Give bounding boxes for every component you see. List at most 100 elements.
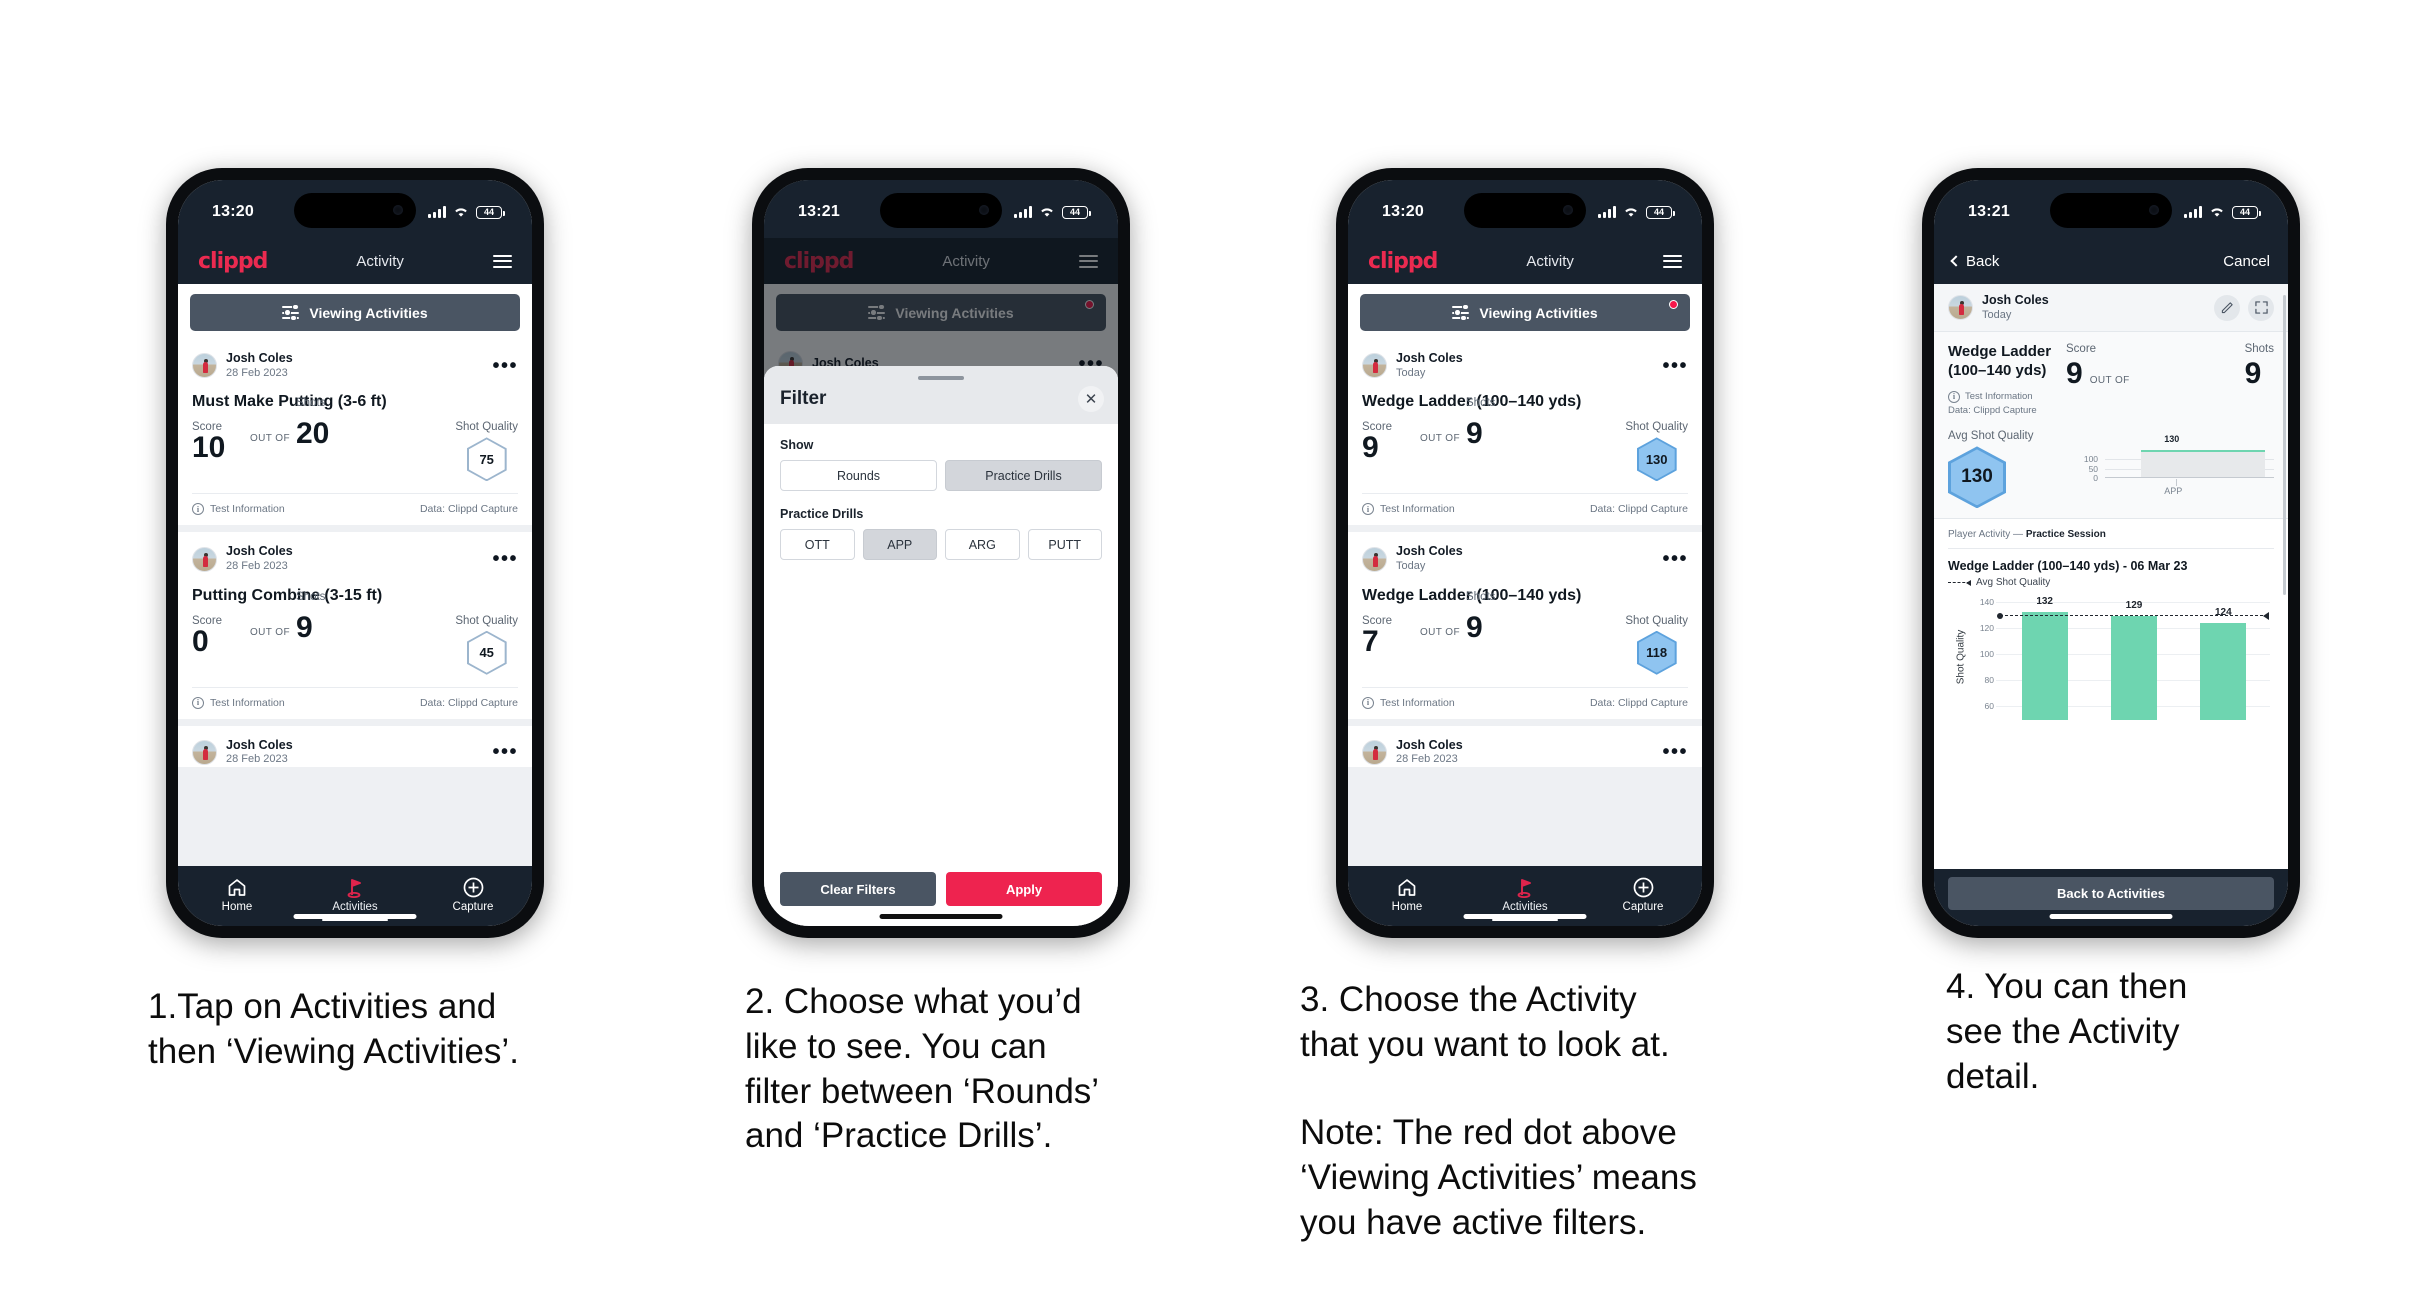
battery-level: 44: [1069, 206, 1080, 217]
card-overflow-menu-icon[interactable]: •••: [1662, 356, 1688, 376]
cellular-signal-icon: [1598, 206, 1616, 218]
status-time: 13:21: [1968, 203, 2010, 220]
back-button[interactable]: Back: [1950, 252, 2000, 270]
status-time: 13:20: [1382, 203, 1424, 220]
viewing-activities-label: Viewing Activities: [309, 304, 428, 321]
test-information-label: Test Information: [1380, 503, 1455, 516]
avatar: [1362, 546, 1387, 572]
test-information-label: Test Information: [1965, 390, 2033, 402]
chart-ylabel: Shot Quality: [1955, 630, 1967, 685]
status-time: 13:21: [798, 203, 840, 220]
breadcrumb: Player Activity — Practice Session: [1948, 529, 2274, 550]
activity-date: 28 Feb 2023: [226, 560, 288, 572]
filter-chip-ott[interactable]: OTT: [780, 529, 855, 560]
activity-card-partial[interactable]: Josh Coles 28 Feb 2023 •••: [178, 725, 532, 768]
tab-activities[interactable]: Activities: [296, 871, 414, 921]
data-source-label: Data: Clippd Capture: [1589, 696, 1688, 709]
filter-chip-app[interactable]: APP: [862, 529, 937, 560]
viewing-activities-bar-wrap: Viewing Activities: [1348, 284, 1702, 339]
tab-home[interactable]: Home: [178, 871, 296, 913]
activity-feed[interactable]: Josh Coles Today ••• Wedge Ladder (100–1…: [1348, 339, 1702, 866]
scrollbar[interactable]: [2283, 295, 2286, 595]
viewing-activities-button[interactable]: Viewing Activities: [1360, 294, 1690, 331]
page-title: Activity: [356, 252, 404, 270]
activity-card-partial[interactable]: Josh Coles 28 Feb 2023 •••: [1348, 725, 1702, 768]
chart-ytick: 100: [1979, 649, 1994, 660]
activity-card[interactable]: Josh Coles Today ••• Wedge Ladder (100–1…: [1348, 532, 1702, 719]
caption-step-3: 3. Choose the Activity that you want to l…: [1300, 980, 1697, 1242]
wifi-icon: [455, 208, 467, 217]
shots-label: Shots: [296, 590, 326, 603]
battery-icon: 44: [476, 205, 505, 219]
activity-card[interactable]: Josh Coles 28 Feb 2023 ••• Putting Combi…: [178, 532, 532, 719]
chart-legend: Avg Shot Quality: [1948, 577, 2274, 588]
pencil-icon[interactable]: [2214, 294, 2240, 321]
avatar: [1948, 295, 1973, 321]
detail-nav-bar: Back Cancel: [1934, 238, 2288, 284]
tab-activities-label: Activities: [1502, 901, 1548, 913]
chart-bar-value: 124: [2214, 607, 2232, 619]
activity-feed[interactable]: Josh Coles 28 Feb 2023 ••• Must Make Put…: [178, 339, 532, 866]
clear-filters-button[interactable]: Clear Filters: [780, 872, 936, 906]
filter-sliders-icon: [1452, 303, 1470, 322]
battery-icon: 44: [1062, 205, 1091, 219]
viewing-activities-bar-wrap: Viewing Activities: [178, 284, 532, 339]
home-icon: [1348, 876, 1466, 898]
viewing-activities-button[interactable]: Viewing Activities: [190, 294, 520, 331]
legend-label: Avg Shot Quality: [1976, 577, 2051, 589]
out-of-label: OUT OF: [2089, 375, 2130, 387]
card-overflow-menu-icon[interactable]: •••: [492, 356, 518, 376]
shot-quality-hexagon: 118: [1636, 630, 1677, 675]
card-separator: [178, 718, 532, 726]
caption-step-1: 1.Tap on Activities and then ‘Viewing Act…: [148, 987, 519, 1071]
tab-capture[interactable]: Capture: [414, 871, 532, 913]
fullscreen-icon[interactable]: [2248, 294, 2274, 321]
filter-chip-practice-drills[interactable]: Practice Drills: [945, 460, 1102, 491]
drag-handle[interactable]: [918, 376, 964, 380]
mini-chart-ytick: 0: [2093, 473, 2099, 484]
filter-bottom-sheet: Filter ✕ Show Rounds Practice Drills Pra…: [764, 366, 1118, 926]
shots-value: 9: [1466, 417, 1483, 451]
chart-bar: 129: [2110, 600, 2157, 721]
activity-card[interactable]: Josh Coles Today ••• Wedge Ladder (100–1…: [1348, 339, 1702, 526]
player-name: Josh Coles: [1982, 293, 2049, 307]
cancel-button[interactable]: Cancel: [2223, 253, 2270, 270]
tab-capture-label: Capture: [452, 901, 494, 913]
cellular-signal-icon: [1014, 206, 1032, 218]
tab-capture[interactable]: Capture: [1584, 871, 1702, 913]
practice-drills-section-label: Practice Drills: [780, 507, 864, 521]
clippd-logo: clippd: [1368, 248, 1438, 274]
card-overflow-menu-icon[interactable]: •••: [1662, 742, 1688, 762]
golf-flag-icon: [1466, 876, 1584, 898]
card-separator: [1348, 718, 1702, 726]
status-time: 13:20: [212, 203, 254, 220]
cellular-signal-icon: [2184, 206, 2202, 218]
activity-date: 28 Feb 2023: [1396, 753, 1458, 766]
chevron-left-icon: [1950, 255, 1962, 267]
chart-bar: 132: [2021, 596, 2068, 721]
shot-quality-label: Shot Quality: [1625, 614, 1688, 627]
card-overflow-menu-icon[interactable]: •••: [492, 549, 518, 569]
activity-date: 28 Feb 2023: [226, 753, 288, 766]
back-to-activities-button[interactable]: Back to Activities: [1948, 877, 2274, 910]
filter-chip-arg[interactable]: ARG: [945, 529, 1020, 560]
apply-button[interactable]: Apply: [946, 872, 1102, 906]
tab-capture-label: Capture: [1622, 901, 1664, 913]
hamburger-menu-icon[interactable]: [1662, 254, 1682, 268]
activity-card[interactable]: Josh Coles 28 Feb 2023 ••• Must Make Put…: [178, 339, 532, 526]
filter-chip-putt[interactable]: PUTT: [1027, 529, 1102, 560]
mini-chart-bar: [2141, 450, 2265, 479]
home-indicator: [2049, 914, 2173, 919]
close-icon[interactable]: ✕: [1078, 386, 1104, 412]
shots-value: 9: [2244, 357, 2262, 391]
card-overflow-menu-icon[interactable]: •••: [1662, 549, 1688, 569]
test-information-label: Test Information: [210, 696, 285, 709]
card-separator: [1348, 525, 1702, 533]
card-overflow-menu-icon[interactable]: •••: [492, 742, 518, 762]
tab-home-label: Home: [1391, 901, 1423, 913]
tab-home[interactable]: Home: [1348, 871, 1466, 913]
hamburger-menu-icon[interactable]: [492, 254, 512, 268]
tab-activities[interactable]: Activities: [1466, 871, 1584, 921]
back-label: Back: [1966, 252, 2000, 270]
filter-chip-rounds[interactable]: Rounds: [780, 460, 937, 491]
